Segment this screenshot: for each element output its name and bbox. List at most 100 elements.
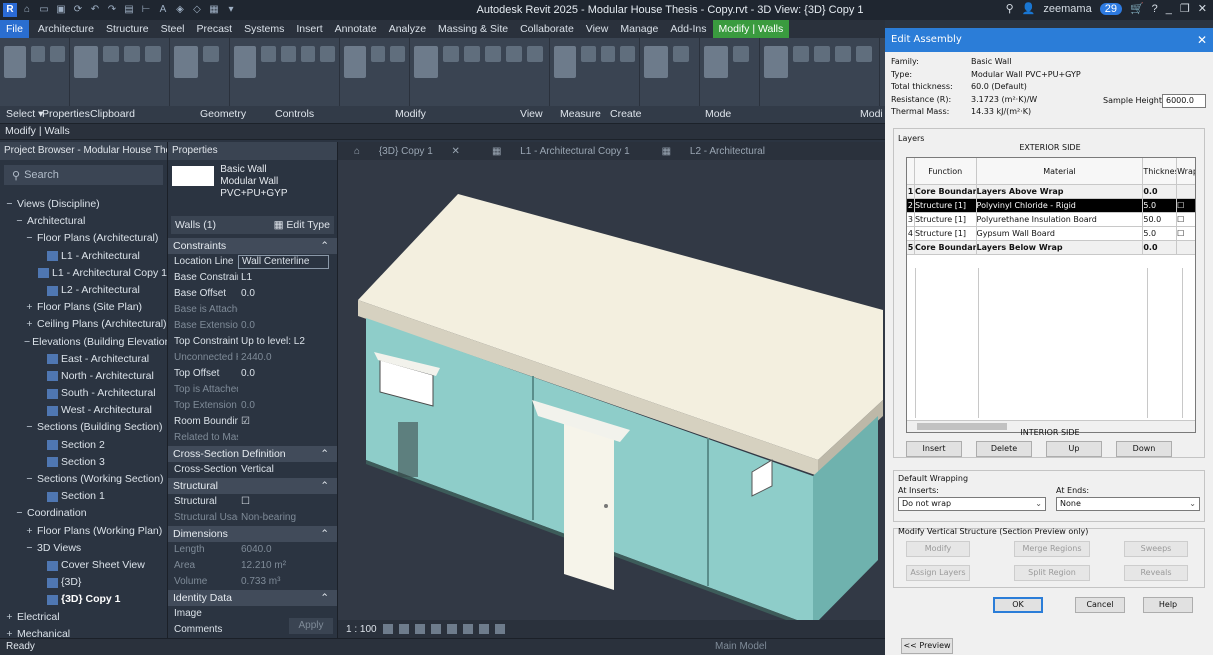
ribbon-tool-icon[interactable] xyxy=(261,46,276,62)
ribbon-tool-icon[interactable] xyxy=(443,46,459,62)
property-group-header[interactable]: Structural ⌃ xyxy=(168,478,337,494)
expand-toggle-icon[interactable]: − xyxy=(14,505,25,522)
sun-path-icon[interactable] xyxy=(414,624,425,634)
layer-thickness[interactable]: 0.0 xyxy=(1143,185,1178,198)
property-row[interactable]: Base Offset 0.0 xyxy=(168,286,337,302)
layer-material[interactable]: Layers Below Wrap xyxy=(977,241,1144,254)
minimize-icon[interactable]: _ xyxy=(1166,3,1172,15)
at-ends-dropdown[interactable]: None ⌄ xyxy=(1056,497,1200,511)
layer-thickness[interactable]: 5.0 xyxy=(1143,199,1178,212)
ribbon-tab[interactable]: Systems xyxy=(238,20,290,38)
detail-level-icon[interactable] xyxy=(382,624,393,634)
expand-toggle-icon[interactable]: − xyxy=(24,471,35,488)
ribbon-tab[interactable]: Collaborate xyxy=(514,20,580,38)
property-value[interactable]: Wall Centerline xyxy=(238,255,329,269)
section-icon[interactable]: ◇ xyxy=(190,3,204,17)
ribbon-tab[interactable]: Massing & Site xyxy=(432,20,514,38)
undo-icon[interactable]: ↶ xyxy=(88,3,102,17)
preview-button[interactable]: << Preview xyxy=(901,638,953,654)
ribbon-tool-icon[interactable] xyxy=(103,46,119,62)
tree-item[interactable]: L1 - Architectural xyxy=(0,248,167,265)
ribbon-tool-icon[interactable] xyxy=(485,46,501,62)
layer-row[interactable]: 4 Structure [1] Gypsum Wall Board 5.0 ☐ xyxy=(907,227,1195,241)
layer-wraps-checkbox[interactable]: ☐ xyxy=(1177,213,1195,226)
tree-item[interactable]: − Architectural xyxy=(0,213,167,230)
tree-item[interactable]: + Floor Plans (Working Plan) xyxy=(0,523,167,540)
ribbon-tab[interactable]: Annotate xyxy=(329,20,383,38)
expand-toggle-icon[interactable]: + xyxy=(4,609,15,626)
save-icon[interactable]: ▣ xyxy=(54,3,68,17)
property-group-header[interactable]: Constraints ⌃ xyxy=(168,238,337,254)
shadows-icon[interactable] xyxy=(430,624,441,634)
layer-material[interactable]: Gypsum Wall Board xyxy=(977,227,1144,240)
property-group-header[interactable]: Dimensions ⌃ xyxy=(168,526,337,542)
ribbon-tool-icon[interactable] xyxy=(856,46,872,62)
tree-item[interactable]: Section 1 xyxy=(0,488,167,505)
ribbon-tool-icon[interactable] xyxy=(124,46,140,62)
crop-icon[interactable] xyxy=(462,624,473,634)
active-model[interactable]: Main Model xyxy=(715,639,767,655)
expand-toggle-icon[interactable]: − xyxy=(4,196,15,213)
ribbon-tool-icon[interactable] xyxy=(50,46,66,62)
property-value[interactable]: ☑ xyxy=(238,414,337,430)
ribbon-panel-label[interactable]: Select ▾ xyxy=(6,108,43,120)
ribbon-tool-icon[interactable] xyxy=(280,46,296,62)
property-row[interactable]: Top Offset 0.0 xyxy=(168,366,337,382)
search-placeholder[interactable]: Search xyxy=(24,169,59,181)
ribbon-tool-icon[interactable] xyxy=(764,46,788,78)
tree-item[interactable]: Cover Sheet View xyxy=(0,557,167,574)
layer-wraps-checkbox[interactable]: ☐ xyxy=(1177,199,1195,212)
layer-material[interactable]: Layers Above Wrap xyxy=(977,185,1144,198)
layer-row[interactable]: 5 Core Boundary Layers Below Wrap 0.0 xyxy=(907,241,1195,255)
property-row[interactable]: Cross-Section Vertical xyxy=(168,462,337,478)
tree-item[interactable]: Section 3 xyxy=(0,454,167,471)
close-hidden-icon[interactable]: ▦ xyxy=(207,3,221,17)
redo-icon[interactable]: ↷ xyxy=(105,3,119,17)
ribbon-tool-icon[interactable] xyxy=(370,46,386,62)
ribbon-tab[interactable]: Insert xyxy=(290,20,328,38)
ribbon-tab[interactable]: Add-Ins xyxy=(664,20,712,38)
delete-button[interactable]: Delete xyxy=(976,441,1032,457)
ribbon-tab[interactable]: Structure xyxy=(100,20,155,38)
ribbon-tool-icon[interactable] xyxy=(464,46,480,62)
property-group-header[interactable]: Cross-Section Definition ⌃ xyxy=(168,446,337,462)
ribbon-tool-icon[interactable] xyxy=(527,46,543,62)
layer-function[interactable]: Core Boundary xyxy=(915,241,977,254)
ribbon-tool-icon[interactable] xyxy=(234,46,257,78)
property-row[interactable]: Room Bounding☑ xyxy=(168,414,337,430)
property-value[interactable]: Up to level: L2 xyxy=(238,334,337,350)
tree-item[interactable]: West - Architectural xyxy=(0,402,167,419)
insert-button[interactable]: Insert xyxy=(906,441,962,457)
expand-toggle-icon[interactable]: + xyxy=(24,316,35,333)
tree-item[interactable]: North - Architectural xyxy=(0,368,167,385)
ribbon-tool-icon[interactable] xyxy=(733,46,749,62)
layer-function[interactable]: Core Boundary xyxy=(915,185,977,198)
ribbon-tool-icon[interactable] xyxy=(203,46,219,62)
cancel-button[interactable]: Cancel xyxy=(1075,597,1125,613)
ribbon-tool-icon[interactable] xyxy=(145,46,161,62)
ribbon-tab[interactable]: View xyxy=(580,20,615,38)
tree-item[interactable]: {3D} xyxy=(0,574,167,591)
layer-thickness[interactable]: 5.0 xyxy=(1143,227,1178,240)
ribbon-tool-icon[interactable] xyxy=(600,46,616,62)
layer-thickness[interactable]: 0.0 xyxy=(1143,241,1178,254)
tab-l1-copy[interactable]: ▦ L1 - Architectural Copy 1 xyxy=(476,146,646,157)
collapse-icon[interactable]: ⌃ xyxy=(320,526,329,542)
open-icon[interactable]: ▭ xyxy=(37,3,51,17)
ribbon-tool-icon[interactable] xyxy=(390,46,406,62)
ribbon-tab[interactable]: Analyze xyxy=(383,20,432,38)
layer-material[interactable]: Polyurethane Insulation Board xyxy=(977,213,1144,226)
tree-item[interactable]: − Elevations (Building Elevation) xyxy=(0,334,167,351)
property-row[interactable]: Location Line Wall Centerline xyxy=(168,254,337,270)
ribbon-tool-icon[interactable] xyxy=(174,46,198,78)
collapse-icon[interactable]: ⌃ xyxy=(320,446,329,462)
home-icon[interactable]: ⌂ xyxy=(20,3,34,17)
assign-layers-button[interactable]: Assign Layers xyxy=(906,565,970,581)
ribbon-tab[interactable]: Modify | Walls xyxy=(712,20,790,38)
expand-toggle-icon[interactable]: − xyxy=(24,334,30,351)
temp-hide-icon[interactable] xyxy=(494,624,505,634)
ribbon-tool-icon[interactable] xyxy=(835,46,851,62)
render-icon[interactable] xyxy=(446,624,457,634)
ok-button[interactable]: OK xyxy=(993,597,1043,613)
user-name[interactable]: zeemama xyxy=(1043,3,1091,15)
